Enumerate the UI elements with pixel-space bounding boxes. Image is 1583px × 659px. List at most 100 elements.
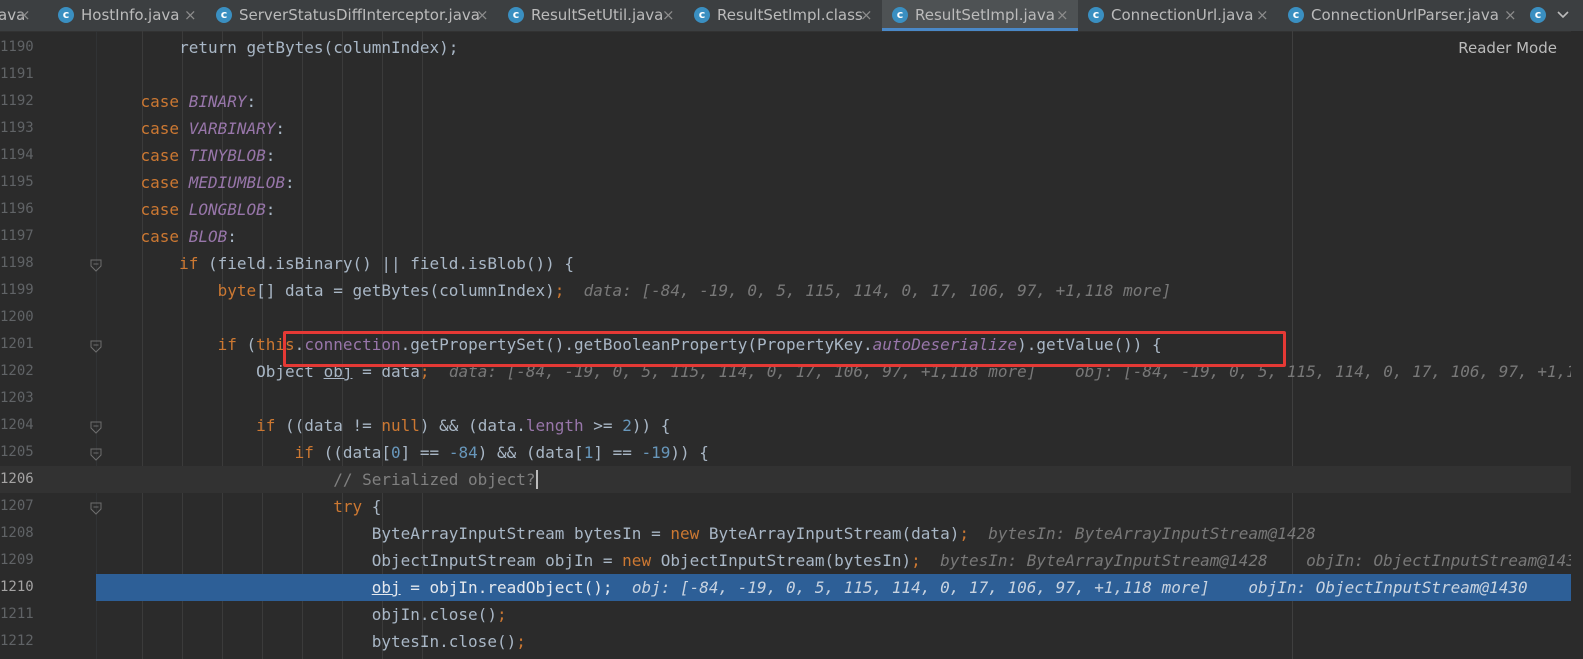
code-text[interactable]: case VARBINARY:	[102, 115, 286, 142]
code-text[interactable]: objIn.close();	[102, 601, 507, 628]
close-tab-icon[interactable]: ×	[476, 0, 489, 30]
close-tab-icon[interactable]: ×	[18, 0, 31, 30]
code-line[interactable]: 1196 case LONGBLOB:	[0, 196, 1583, 223]
line-number[interactable]: 1193	[0, 115, 33, 142]
line-number[interactable]: 1212	[0, 628, 33, 655]
code-line[interactable]: 1208 ByteArrayInputStream bytesIn = new …	[0, 520, 1583, 547]
close-tab-icon[interactable]: ×	[860, 0, 873, 30]
code-line[interactable]: 1204 if ((data != null) && (data.length …	[0, 412, 1583, 439]
line-number[interactable]: 1198	[0, 250, 33, 277]
code-line[interactable]: 1199 byte[] data = getBytes(columnIndex)…	[0, 277, 1583, 304]
fold-marker-icon[interactable]	[90, 338, 102, 353]
code-text[interactable]: if (field.isBinary() || field.isBlob()) …	[102, 250, 574, 277]
line-number[interactable]: 1203	[0, 385, 33, 412]
code-token: if	[102, 443, 324, 462]
code-token: :	[265, 200, 276, 219]
code-text[interactable]: try {	[102, 493, 381, 520]
tab-serverstatusdiffinterceptor-java[interactable]: c ServerStatusDiffInterceptor.java ×	[206, 0, 498, 31]
close-tab-icon[interactable]: ×	[662, 0, 675, 30]
code-text[interactable]: obj = objIn.readObject(); obj: [-84, -19…	[102, 574, 1528, 601]
code-line[interactable]: 1203	[0, 385, 1583, 412]
tab-ava[interactable]: ava ×	[0, 0, 40, 31]
current-line[interactable]: 1206 // Serialized object?	[0, 466, 1583, 493]
code-text[interactable]: byte[] data = getBytes(columnIndex); dat…	[102, 277, 1172, 304]
fold-marker-icon[interactable]	[90, 446, 102, 461]
code-text[interactable]: case MEDIUMBLOB:	[102, 169, 295, 196]
tab-label: ConnectionUrl.java	[1111, 6, 1254, 24]
code-line[interactable]: 1192 case BINARY:	[0, 88, 1583, 115]
close-tab-icon[interactable]: ×	[184, 0, 197, 30]
code-text[interactable]: // Serialized object?	[102, 466, 539, 493]
code-token: ;	[496, 605, 507, 624]
code-line[interactable]: 1193 case VARBINARY:	[0, 115, 1583, 142]
code-text[interactable]: bytesIn.close();	[102, 628, 526, 655]
code-token: ((data[	[323, 443, 391, 462]
code-text[interactable]: ObjectInputStream objIn = new ObjectInpu…	[102, 547, 1583, 574]
close-tab-icon[interactable]: ×	[1504, 0, 1517, 30]
code-token: ((data !=	[285, 416, 382, 435]
code-line[interactable]: 1194 case TINYBLOB:	[0, 142, 1583, 169]
line-number[interactable]: 1206	[0, 466, 33, 493]
code-line[interactable]: 1190 return getBytes(columnIndex);	[0, 34, 1583, 61]
code-text[interactable]: case BINARY:	[102, 88, 257, 115]
line-number[interactable]: 1196	[0, 196, 33, 223]
code-token: byte	[102, 281, 257, 300]
vertical-scrollbar[interactable]	[1571, 31, 1583, 659]
code-token: objIn.close()	[102, 605, 497, 624]
reader-mode-button[interactable]: Reader Mode	[1458, 39, 1557, 57]
code-line[interactable]: 1197 case BLOB:	[0, 223, 1583, 250]
inline-debug-value: obj: [-84, -19, 0, 5, 115, 114, 0, 17, 1…	[612, 578, 1528, 597]
line-number[interactable]: 1211	[0, 601, 33, 628]
execution-point-line[interactable]: 1210 obj = objIn.readObject(); obj: [-84…	[0, 574, 1583, 601]
line-number[interactable]: 1205	[0, 439, 33, 466]
line-number[interactable]: 1209	[0, 547, 33, 574]
tab-connectionurlparser-java[interactable]: c ConnectionUrlParser.java ×	[1278, 0, 1526, 31]
code-token: ObjectInputStream(bytesIn)	[660, 551, 912, 570]
line-number[interactable]: 1201	[0, 331, 33, 358]
tab-overflow[interactable]: c	[1526, 0, 1583, 31]
code-text[interactable]: case LONGBLOB:	[102, 196, 276, 223]
code-line[interactable]: 1198 if (field.isBinary() || field.isBlo…	[0, 250, 1583, 277]
line-number[interactable]: 1190	[0, 34, 33, 61]
line-number[interactable]: 1204	[0, 412, 33, 439]
code-text[interactable]: if ((data[0] == -84) && (data[1] == -19)…	[102, 439, 709, 466]
tab-resultsetimpl-class[interactable]: c ResultSetImpl.class ×	[684, 0, 882, 31]
code-line[interactable]: 1211 objIn.close();	[0, 601, 1583, 628]
code-line[interactable]: 1200	[0, 304, 1583, 331]
line-number[interactable]: 1208	[0, 520, 33, 547]
chevron-down-icon[interactable]	[1556, 0, 1570, 31]
code-line[interactable]: 1205 if ((data[0] == -84) && (data[1] ==…	[0, 439, 1583, 466]
line-number[interactable]: 1194	[0, 142, 33, 169]
code-line[interactable]: 1207 try {	[0, 493, 1583, 520]
code-line[interactable]: 1191	[0, 61, 1583, 88]
code-text[interactable]: ByteArrayInputStream bytesIn = new ByteA…	[102, 520, 1316, 547]
tab-resultsetimpl-java[interactable]: c ResultSetImpl.java ×	[882, 0, 1078, 31]
fold-marker-icon[interactable]	[90, 500, 102, 515]
code-token: :	[246, 92, 257, 111]
line-number[interactable]: 1191	[0, 61, 33, 88]
fold-marker-icon[interactable]	[90, 419, 102, 434]
line-number[interactable]: 1202	[0, 358, 33, 385]
code-line[interactable]: 1195 case MEDIUMBLOB:	[0, 169, 1583, 196]
fold-marker-icon[interactable]	[90, 257, 102, 272]
line-number[interactable]: 1199	[0, 277, 33, 304]
line-number[interactable]: 1192	[0, 88, 33, 115]
close-tab-icon[interactable]: ×	[1256, 0, 1269, 30]
code-text[interactable]: return getBytes(columnIndex);	[102, 34, 458, 61]
line-number[interactable]: 1200	[0, 304, 33, 331]
tab-hostinfo-java[interactable]: c HostInfo.java ×	[48, 0, 206, 31]
code-editor[interactable]: 1190 return getBytes(columnIndex); 1191 11…	[0, 31, 1583, 659]
line-number[interactable]: 1197	[0, 223, 33, 250]
line-number[interactable]: 1210	[0, 574, 33, 601]
tab-connectionurl-java[interactable]: c ConnectionUrl.java ×	[1078, 0, 1278, 31]
code-text[interactable]: case BLOB:	[102, 223, 237, 250]
line-number[interactable]: 1207	[0, 493, 33, 520]
close-tab-icon[interactable]: ×	[1056, 0, 1069, 30]
code-line[interactable]: 1212 bytesIn.close();	[0, 628, 1583, 655]
code-line[interactable]: 1209 ObjectInputStream objIn = new Objec…	[0, 547, 1583, 574]
line-number[interactable]: 1195	[0, 169, 33, 196]
code-text[interactable]: case TINYBLOB:	[102, 142, 276, 169]
code-text[interactable]: if ((data != null) && (data.length >= 2)…	[102, 412, 670, 439]
code-token: :	[285, 173, 295, 192]
tab-resultsetutil-java[interactable]: c ResultSetUtil.java ×	[498, 0, 684, 31]
